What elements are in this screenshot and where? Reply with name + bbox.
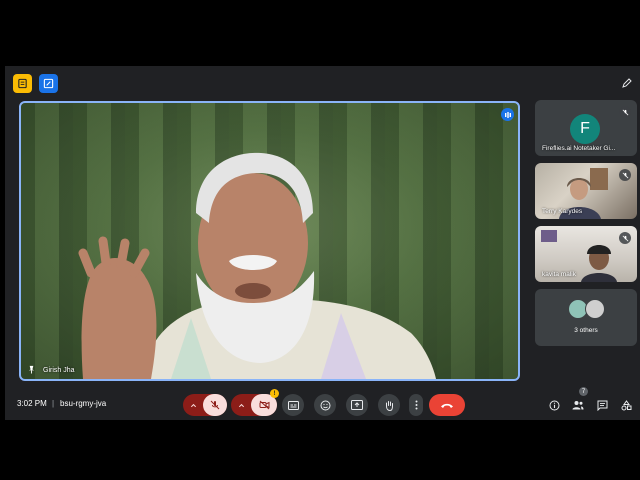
tools-icon <box>621 399 631 410</box>
present-icon <box>351 400 363 410</box>
audio-options-button[interactable] <box>183 394 203 416</box>
meeting-details-button[interactable] <box>545 396 563 414</box>
info-icon <box>549 400 559 410</box>
others-label: 3 others <box>574 327 598 334</box>
people-count-badge: 7 <box>579 387 588 396</box>
others-tile[interactable]: 3 others <box>535 289 637 346</box>
raise-hand-button[interactable] <box>378 394 400 416</box>
people-icon <box>572 401 584 410</box>
separator: | <box>52 399 55 408</box>
mic-off-icon <box>622 172 628 178</box>
participant-name: kavita malik <box>542 271 576 278</box>
participant-name: Fireflies.ai Notetaker Gi... <box>542 145 616 152</box>
avatar: F <box>570 114 600 144</box>
chevron-up-icon <box>190 403 196 407</box>
mic-off-icon <box>210 400 220 410</box>
more-vert-icon <box>415 400 417 410</box>
raise-hand-icon <box>386 400 393 411</box>
call-end-icon <box>441 403 453 408</box>
camera-off-icon <box>259 400 269 410</box>
present-button[interactable] <box>346 394 368 416</box>
others-avatars <box>568 299 605 319</box>
muted-badge <box>619 232 631 244</box>
notes-icon <box>18 78 27 89</box>
chat-button[interactable] <box>593 396 611 414</box>
participant-name: Terry Karydes <box>542 208 583 215</box>
more-options-button[interactable] <box>409 394 423 416</box>
camera-control: ! <box>231 389 279 416</box>
meeting-code: bsu-rgmy-jva <box>60 399 107 408</box>
video-options-button[interactable] <box>231 394 251 416</box>
emoji-icon <box>320 400 330 410</box>
main-speaker-tile[interactable]: Girish Jha <box>19 101 520 381</box>
leave-call-button[interactable] <box>429 394 465 416</box>
mic-off-icon <box>622 109 628 115</box>
avatar <box>585 299 605 319</box>
edit-button[interactable] <box>619 75 635 91</box>
participant-tile-fireflies[interactable]: F Fireflies.ai Notetaker Gi... <box>535 100 637 156</box>
main-speaker-name: Girish Jha <box>43 367 75 374</box>
captions-icon <box>287 400 299 410</box>
emoji-button[interactable] <box>314 394 336 416</box>
activities-button[interactable] <box>617 396 635 414</box>
control-bar: 3:02 PM | bsu-rgmy-jva ! 7 <box>5 387 640 416</box>
pen-icon <box>622 78 632 88</box>
mic-control <box>183 394 227 416</box>
captions-button[interactable] <box>282 394 304 416</box>
camera-warning-badge: ! <box>270 389 279 398</box>
activity-button[interactable] <box>39 74 58 93</box>
meeting-time: 3:02 PM <box>17 399 47 408</box>
muted-badge <box>619 106 631 118</box>
participant-tile-terry[interactable]: Terry Karydes <box>535 163 637 219</box>
pin-icon[interactable] <box>27 365 36 374</box>
people-button[interactable] <box>569 396 587 414</box>
mic-toggle-button[interactable] <box>203 394 227 416</box>
mic-off-icon <box>622 235 628 241</box>
camera-toggle-button[interactable]: ! <box>251 389 279 416</box>
audio-level-icon <box>504 111 511 118</box>
meet-window: Girish Jha F Fireflies.ai Notetaker Gi..… <box>5 66 640 420</box>
muted-badge <box>619 169 631 181</box>
chevron-up-icon <box>238 403 244 407</box>
speaking-indicator <box>501 108 514 121</box>
participant-tile-kavita[interactable]: kavita malik <box>535 226 637 282</box>
speaker-video <box>78 152 436 379</box>
notes-button[interactable] <box>13 74 32 93</box>
activity-icon <box>43 78 54 89</box>
chat-icon <box>597 400 607 411</box>
